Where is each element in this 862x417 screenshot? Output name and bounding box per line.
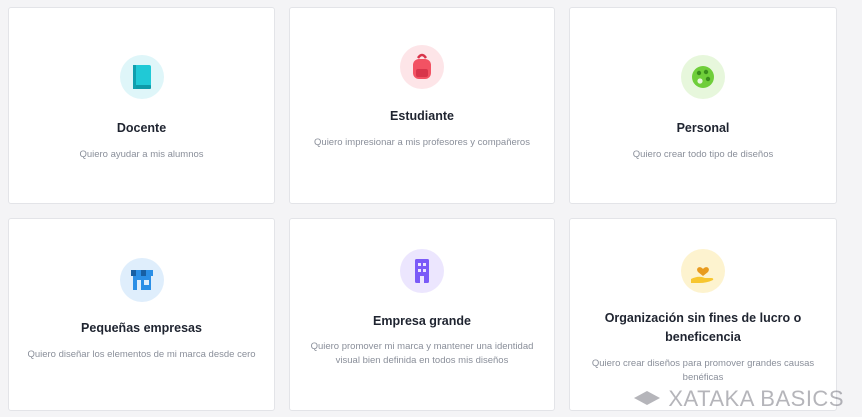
palette-icon [681, 55, 725, 99]
card-title: Organización sin fines de lucro o benefi… [604, 311, 802, 344]
card-title: Empresa grande [373, 314, 471, 328]
card-estudiante[interactable]: Estudiante Quiero impresionar a mis prof… [289, 7, 555, 204]
card-description: Quiero ayudar a mis alumnos [79, 149, 204, 160]
storefront-icon [119, 258, 164, 302]
card-title: Pequeñas empresas [81, 321, 202, 335]
hand-heart-icon [681, 249, 725, 293]
building-icon [400, 249, 444, 293]
card-docente[interactable]: Docente Quiero ayudar a mis alumnos [8, 7, 275, 204]
card-organizacion[interactable]: Organización sin fines de lucro o benefi… [569, 218, 837, 411]
card-description: Quiero impresionar a mis profesores y co… [314, 137, 530, 148]
card-personal[interactable]: Personal Quiero crear todo tipo de diseñ… [569, 7, 837, 204]
card-pequenas-empresas[interactable]: Pequeñas empresas Quiero diseñar los ele… [8, 218, 275, 411]
card-description: Quiero crear todo tipo de diseños [632, 149, 774, 160]
card-description: Quiero diseñar los elementos de mi marca… [27, 349, 256, 360]
card-description: Quiero crear diseños para promover grand… [591, 358, 815, 383]
card-title: Estudiante [390, 109, 454, 123]
card-title: Docente [116, 121, 167, 135]
backpack-icon [400, 45, 444, 89]
book-icon [119, 55, 164, 99]
card-title: Personal [676, 121, 730, 135]
user-type-grid: Docente Quiero ayudar a mis alumnos Estu… [0, 0, 862, 417]
card-empresa-grande[interactable]: Empresa grande Quiero promover mi marca … [289, 218, 555, 411]
card-description: Quiero promover mi marca y mantener una … [310, 341, 534, 366]
